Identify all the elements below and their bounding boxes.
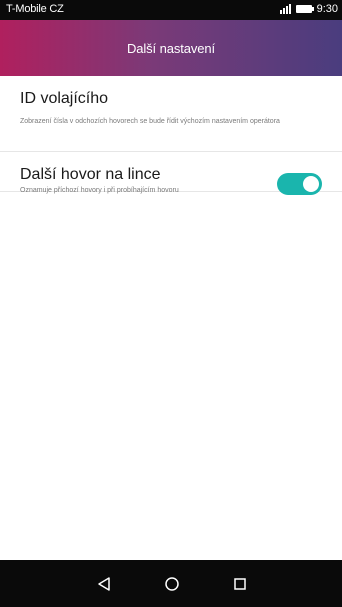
- navigation-bar: [0, 560, 342, 607]
- page-title: Další nastavení: [126, 40, 216, 56]
- status-indicators: 9:30: [279, 3, 338, 15]
- setting-title: ID volajícího: [20, 90, 109, 107]
- back-icon: [98, 576, 110, 591]
- home-icon: [165, 576, 179, 591]
- recent-apps-button[interactable]: [220, 560, 260, 607]
- call-waiting-toggle[interactable]: [277, 173, 322, 195]
- carrier-name: T-Mobile CZ: [6, 3, 64, 15]
- status-bar: T-Mobile CZ 9:30: [0, 0, 342, 20]
- home-button[interactable]: [152, 560, 192, 607]
- setting-caller-id[interactable]: ID volajícího Zobrazení čísla v odchozíc…: [0, 76, 342, 152]
- back-button[interactable]: [84, 560, 124, 607]
- battery-icon: [295, 5, 314, 13]
- setting-title: Další hovor na lince: [20, 166, 161, 183]
- signal-icon: [279, 4, 291, 14]
- toggle-knob: [303, 176, 319, 192]
- setting-call-waiting[interactable]: Další hovor na lince Oznamuje příchozí h…: [0, 152, 342, 195]
- app-bar: Další nastavení: [0, 20, 342, 76]
- clock: 9:30: [316, 3, 338, 15]
- recent-apps-icon: [234, 577, 246, 590]
- setting-description: Zobrazení čísla v odchozích hovorech se …: [20, 118, 280, 125]
- setting-description: Oznamuje příchozí hovory i při probíhají…: [20, 187, 179, 194]
